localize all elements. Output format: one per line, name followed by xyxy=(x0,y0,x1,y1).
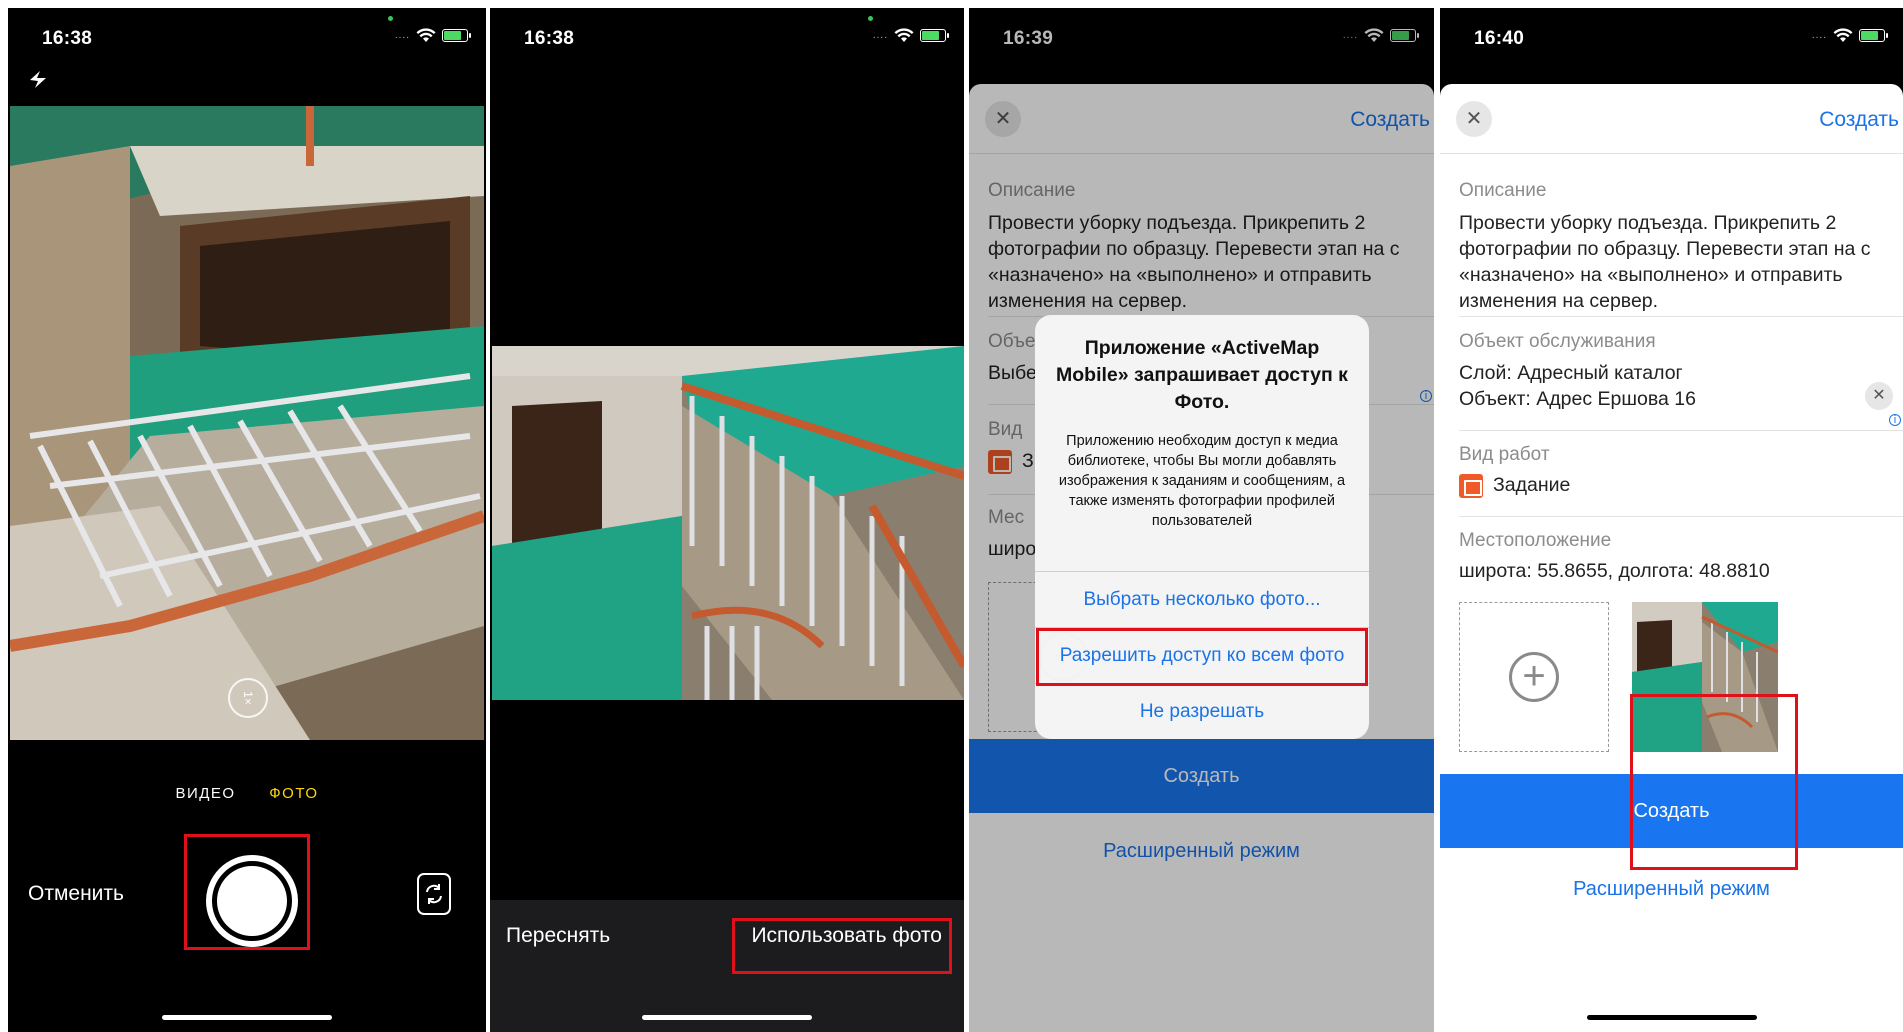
status-bar: 16:40 .... xyxy=(1440,8,1903,68)
close-icon[interactable]: ✕ xyxy=(1456,101,1492,137)
form-header: ✕ Создать xyxy=(1440,84,1903,154)
select-photos-button[interactable]: Выбрать несколько фото... xyxy=(1035,571,1369,627)
location-label: Местоположение xyxy=(1459,530,1612,551)
divider xyxy=(1459,316,1903,317)
captured-stairwell-image xyxy=(492,346,964,700)
mode-photo[interactable]: ФОТО xyxy=(269,785,318,802)
advanced-mode-link[interactable]: Расширенный режим xyxy=(1440,864,1903,914)
captured-photo xyxy=(492,346,964,700)
wifi-icon xyxy=(1833,28,1853,42)
wifi-icon xyxy=(894,28,914,42)
worktype-text: Задание xyxy=(1493,474,1571,496)
camera-screen: 16:38 .... 1× ВИДЕО ФОТО Отменить xyxy=(8,8,486,1032)
worktype-value[interactable]: Задание xyxy=(1459,472,1889,498)
status-bar: 16:38 .... xyxy=(490,8,964,68)
status-icons: .... xyxy=(394,28,471,43)
home-indicator xyxy=(1586,1015,1757,1020)
task-form-sheet: ✕ Создать Описание Провести уборку подъе… xyxy=(1440,84,1903,1032)
create-top-link[interactable]: Создать xyxy=(1819,108,1899,132)
worktype-label: Вид работ xyxy=(1459,444,1550,465)
flash-icon[interactable] xyxy=(26,68,52,90)
alert-message: Приложению необходим доступ к медиа библ… xyxy=(1058,433,1346,529)
object-layer: Слой: Адресный каталог xyxy=(1459,362,1683,384)
object-label: Объект обслуживания xyxy=(1459,331,1656,352)
zoom-icon[interactable]: 1× xyxy=(228,678,268,718)
battery-icon xyxy=(920,29,949,42)
deny-button[interactable]: Не разрешать xyxy=(1035,683,1369,739)
home-indicator xyxy=(162,1015,332,1020)
divider xyxy=(1459,430,1903,431)
retake-button[interactable]: Переснять xyxy=(506,924,610,948)
signal-icon: .... xyxy=(1811,30,1827,41)
switch-camera-icon[interactable] xyxy=(414,870,454,918)
camera-in-use-indicator xyxy=(388,16,393,21)
task-icon xyxy=(1459,473,1483,498)
status-time: 16:38 xyxy=(524,28,575,49)
battery-icon xyxy=(442,29,471,42)
clear-object-icon[interactable]: ✕ xyxy=(1865,382,1893,410)
status-time: 16:38 xyxy=(42,28,93,49)
highlight-allow-all xyxy=(1036,628,1368,686)
signal-icon: .... xyxy=(872,30,888,41)
info-icon[interactable]: i xyxy=(1889,414,1901,426)
camera-viewfinder[interactable]: 1× xyxy=(10,106,484,740)
description-text[interactable]: Провести уборку подъезда. Прикрепить 2 ф… xyxy=(1459,210,1889,314)
location-value[interactable]: широта: 55.8655, долгота: 48.8810 xyxy=(1459,558,1889,584)
camera-mode-selector: ВИДЕО ФОТО xyxy=(8,785,486,802)
task-form-with-permission-alert: 16:39 .... ✕ Создать Описание Провести у… xyxy=(969,8,1434,1032)
screenshot-collage: 16:38 .... 1× ВИДЕО ФОТО Отменить 16:38 … xyxy=(0,0,1903,1032)
home-indicator xyxy=(642,1015,812,1020)
plus-icon: + xyxy=(1509,652,1559,702)
status-bar: 16:38 .... xyxy=(8,8,486,68)
status-icons: .... xyxy=(1811,28,1888,43)
viewfinder-stairwell-image xyxy=(10,106,484,740)
battery-icon xyxy=(1859,29,1888,42)
task-form-with-photo: 16:40 .... ✕ Создать Описание Провести у… xyxy=(1440,8,1903,1032)
highlight-use-photo xyxy=(732,918,952,974)
highlight-shutter xyxy=(184,834,310,950)
description-label: Описание xyxy=(1459,180,1547,201)
signal-icon: .... xyxy=(394,30,410,41)
camera-in-use-indicator xyxy=(868,16,873,21)
alert-title: Приложение «ActiveMap Mobile» запрашивае… xyxy=(1056,337,1348,413)
status-time: 16:40 xyxy=(1474,28,1525,49)
status-icons: .... xyxy=(872,28,949,43)
wifi-icon xyxy=(416,28,436,42)
mode-video[interactable]: ВИДЕО xyxy=(175,785,235,802)
highlight-attached-photo xyxy=(1630,694,1798,870)
add-photo-button[interactable]: + xyxy=(1459,602,1609,752)
photo-preview-screen: 16:38 .... Переснять Использовать фото xyxy=(490,8,964,1032)
object-name: Объект: Адрес Ершова 16 xyxy=(1459,388,1696,410)
divider xyxy=(1459,516,1903,517)
cancel-button[interactable]: Отменить xyxy=(28,882,124,906)
